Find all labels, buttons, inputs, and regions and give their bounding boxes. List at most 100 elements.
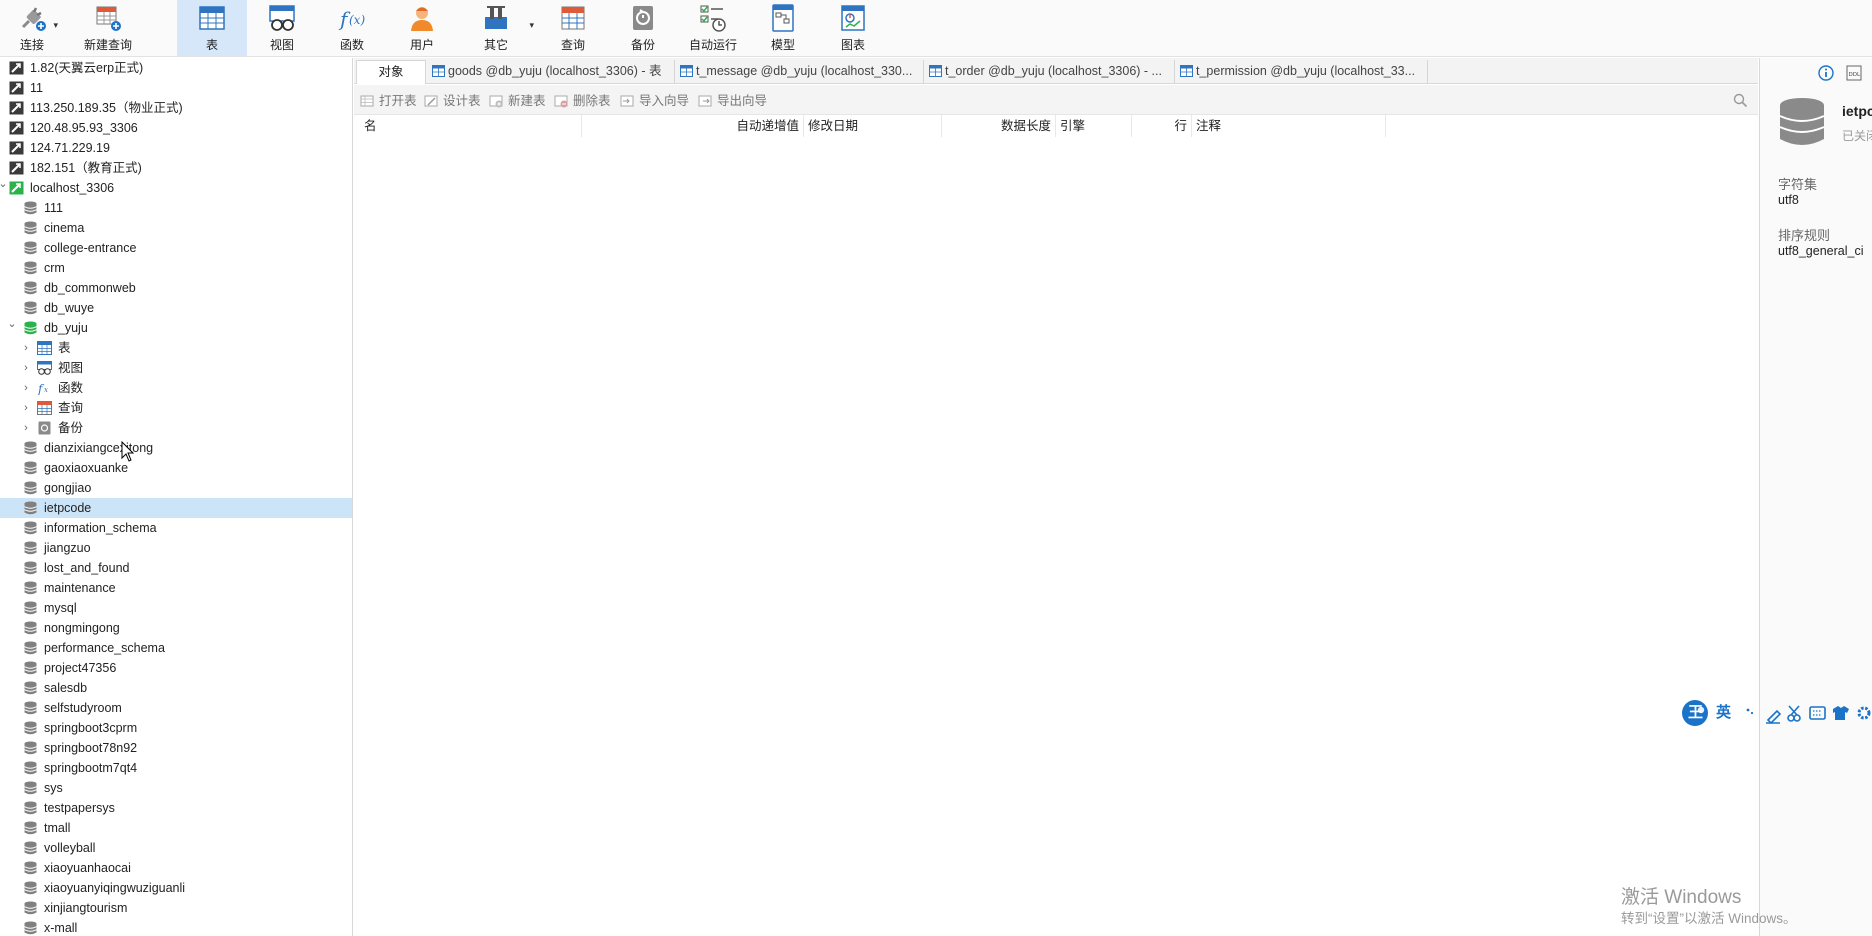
other-tool-button[interactable]: 其它 ▾ xyxy=(468,0,534,56)
database-item[interactable]: sys xyxy=(0,778,352,798)
database-item[interactable]: nongmingong xyxy=(0,618,352,638)
chevron-right-icon[interactable]: › xyxy=(20,418,32,438)
database-item[interactable]: mysql xyxy=(0,598,352,618)
new-query-icon xyxy=(96,6,121,31)
export-wizard-button[interactable]: 导出向导 xyxy=(698,92,767,110)
database-icon xyxy=(24,501,37,515)
database-item[interactable]: cinema xyxy=(0,218,352,238)
chart-tool-button[interactable]: 图表 xyxy=(825,0,881,56)
col-name[interactable]: 名 xyxy=(360,115,582,137)
delete-table-button[interactable]: 删除表 xyxy=(554,92,611,110)
view-tool-button[interactable]: 视图 xyxy=(254,0,310,56)
col-comment[interactable]: 注释 xyxy=(1192,115,1386,137)
col-engine[interactable]: 引擎 xyxy=(1056,115,1132,137)
col-modified-date[interactable]: 修改日期 xyxy=(804,115,942,137)
database-item[interactable]: maintenance xyxy=(0,578,352,598)
database-item[interactable]: springbootm7qt4 xyxy=(0,758,352,778)
connection-item[interactable]: 1.82(天翼云erp正式) xyxy=(0,58,352,78)
open-table-button[interactable]: 打开表 xyxy=(360,92,417,110)
database-item[interactable]: springboot3cprm xyxy=(0,718,352,738)
database-item[interactable]: tmall xyxy=(0,818,352,838)
connection-item[interactable]: 11 xyxy=(0,78,352,98)
chevron-down-icon[interactable]: ⌄ xyxy=(0,174,9,194)
db-yuju-child-item[interactable]: › 视图 xyxy=(0,358,352,378)
other-dropdown-icon[interactable]: ▾ xyxy=(529,20,534,31)
database-item[interactable]: springboot78n92 xyxy=(0,738,352,758)
database-item[interactable]: dianzixiangcexitong xyxy=(0,438,352,458)
db-yuju-child-item[interactable]: › 查询 xyxy=(0,398,352,418)
connection-item[interactable]: 120.48.95.93_3306 xyxy=(0,118,352,138)
database-item[interactable]: salesdb xyxy=(0,678,352,698)
query-tool-button[interactable]: 查询 xyxy=(545,0,601,56)
database-item[interactable]: selfstudyroom xyxy=(0,698,352,718)
col-auto-increment[interactable]: 自动递增值 xyxy=(582,115,804,137)
tab-t-order[interactable]: t_order @db_yuju (localhost_3306) - ... xyxy=(927,60,1175,84)
db-yuju-child-item[interactable]: › 表 xyxy=(0,338,352,358)
tab-t-permission[interactable]: t_permission @db_yuju (localhost_33... xyxy=(1178,60,1428,84)
database-icon xyxy=(24,881,37,895)
ime-mode-toggle[interactable]: 英 xyxy=(1716,704,1731,722)
database-item[interactable]: xiaoyuanhaocai xyxy=(0,858,352,878)
ime-logo-text[interactable]: 王 xyxy=(1688,704,1703,722)
database-item[interactable]: gaoxiaoxuanke xyxy=(0,458,352,478)
info-icon[interactable] xyxy=(1818,65,1834,81)
database-item[interactable]: volleyball xyxy=(0,838,352,858)
database-item[interactable]: college-entrance xyxy=(0,238,352,258)
database-item[interactable]: xiaoyuanyiqingwuziguanli xyxy=(0,878,352,898)
ddl-icon[interactable]: DDL xyxy=(1846,65,1862,81)
chevron-right-icon[interactable]: › xyxy=(20,358,32,378)
design-table-button[interactable]: 设计表 xyxy=(424,92,481,110)
tree-item-label: db_commonweb xyxy=(44,281,136,295)
tab-objects[interactable]: 对象 xyxy=(356,60,426,84)
user-tool-button[interactable]: 用户 xyxy=(394,0,450,56)
import-wizard-button[interactable]: 导入向导 xyxy=(620,92,689,110)
new-table-button[interactable]: 新建表 xyxy=(489,92,546,110)
database-item[interactable]: project47356 xyxy=(0,658,352,678)
tree-item-label: xiaoyuanyiqingwuziguanli xyxy=(44,881,186,895)
database-item[interactable]: testpapersys xyxy=(0,798,352,818)
database-icon xyxy=(24,301,37,315)
database-item[interactable]: information_schema xyxy=(0,518,352,538)
chevron-right-icon[interactable]: › xyxy=(20,378,32,398)
chevron-right-icon[interactable]: › xyxy=(20,398,32,418)
database-item[interactable]: db_wuye xyxy=(0,298,352,318)
database-item[interactable]: lost_and_found xyxy=(0,558,352,578)
connection-item[interactable]: 113.250.189.35（物业正式) xyxy=(0,98,352,118)
new-query-button[interactable]: 新建查询 xyxy=(80,0,136,56)
collation-label: 排序规则 xyxy=(1778,228,1831,243)
connection-item[interactable]: 182.151（教育正式) xyxy=(0,158,352,178)
database-item[interactable]: xinjiangtourism xyxy=(0,898,352,918)
connect-dropdown-icon[interactable]: ▾ xyxy=(53,20,58,31)
database-item[interactable]: db_commonweb xyxy=(0,278,352,298)
database-item[interactable]: jiangzuo xyxy=(0,538,352,558)
database-item[interactable]: ietpcode xyxy=(0,498,352,518)
database-item[interactable]: ⌄ db_yuju xyxy=(0,318,352,338)
database-icon xyxy=(24,441,37,455)
connection-item[interactable]: 124.71.229.19 xyxy=(0,138,352,158)
database-item[interactable]: x-mall xyxy=(0,918,352,936)
db-yuju-child-item[interactable]: › f x 函数 xyxy=(0,378,352,398)
tab-goods[interactable]: goods @db_yuju (localhost_3306) - 表 xyxy=(430,60,675,84)
function-tool-button[interactable]: f (x) 函数 xyxy=(324,0,380,56)
database-icon xyxy=(24,261,37,275)
tab-t-message[interactable]: t_message @db_yuju (localhost_330... xyxy=(678,60,924,84)
backup-tool-button[interactable]: 备份 xyxy=(615,0,671,56)
table-tool-button[interactable]: 表 xyxy=(177,0,247,56)
model-tool-button[interactable]: 模型 xyxy=(755,0,811,56)
col-rows[interactable]: 行 xyxy=(1132,115,1192,137)
database-item[interactable]: crm xyxy=(0,258,352,278)
ime-toolbar: . 王 英 xyxy=(1680,698,1872,728)
database-item[interactable]: gongjiao xyxy=(0,478,352,498)
tree-item-label: 备份 xyxy=(58,421,84,435)
chevron-right-icon[interactable]: › xyxy=(20,338,32,358)
search-icon[interactable] xyxy=(1733,93,1748,108)
chevron-down-icon[interactable]: ⌄ xyxy=(6,314,18,334)
col-data-length[interactable]: 数据长度 xyxy=(942,115,1056,137)
db-yuju-child-item[interactable]: › 备份 xyxy=(0,418,352,438)
table-icon xyxy=(199,6,225,30)
database-item[interactable]: 111 xyxy=(0,198,352,218)
database-item[interactable]: performance_schema xyxy=(0,638,352,658)
connect-button[interactable]: 连接 ▾ xyxy=(8,0,58,56)
auto-run-tool-button[interactable]: 自动运行 xyxy=(685,0,741,56)
connection-item-localhost[interactable]: ⌄localhost_3306 xyxy=(0,178,352,198)
